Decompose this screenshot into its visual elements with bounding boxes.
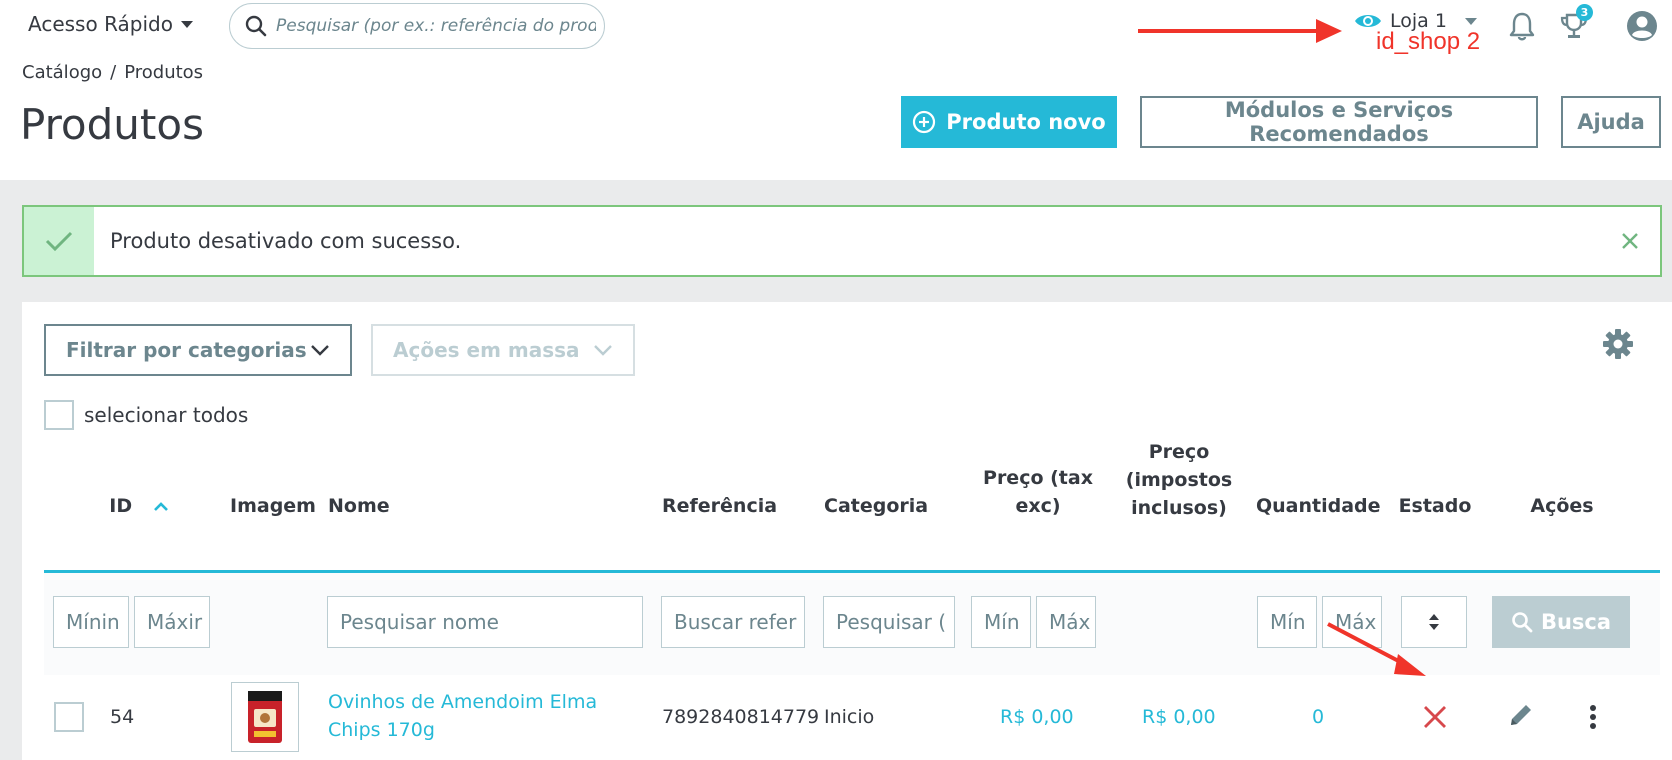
filter-price-max[interactable] (1036, 596, 1096, 648)
cell-quantity[interactable]: 0 (1312, 706, 1324, 728)
column-header-price-incl[interactable]: Preço (impostos inclusos) (1112, 438, 1246, 522)
close-icon (1622, 233, 1638, 249)
column-header-name[interactable]: Nome (328, 492, 390, 520)
help-label: Ajuda (1577, 110, 1645, 134)
cell-id: 54 (110, 706, 135, 728)
breadcrumb: Catálogo / Produtos (22, 62, 203, 83)
plus-circle-icon (913, 110, 936, 134)
filter-search-label: Busca (1540, 610, 1612, 634)
new-product-button[interactable]: Produto novo (901, 96, 1117, 148)
chevron-down-icon (311, 345, 329, 356)
sort-asc-icon (153, 502, 168, 511)
pencil-icon (1511, 705, 1531, 725)
bulk-actions-label: Ações em massa (393, 338, 580, 362)
filter-category-input[interactable] (823, 596, 955, 648)
more-vertical-icon (1590, 705, 1596, 729)
filter-categories-dropdown[interactable]: Filtrar por categorias (44, 324, 352, 376)
breadcrumb-catalog[interactable]: Catálogo (22, 62, 102, 83)
check-icon (45, 231, 73, 252)
search-input[interactable] (276, 16, 596, 36)
more-actions-button[interactable] (1578, 702, 1608, 732)
cell-price-incl[interactable]: R$ 0,00 (1142, 706, 1216, 728)
header-search[interactable] (229, 3, 605, 49)
search-icon (1512, 612, 1533, 633)
bell-icon (1509, 12, 1535, 41)
gear-icon[interactable] (1602, 328, 1634, 360)
filter-price-min[interactable] (971, 596, 1031, 648)
profile-button[interactable] (1624, 8, 1660, 44)
filter-categories-label: Filtrar por categorias (66, 338, 307, 362)
filter-search-button[interactable]: Busca (1492, 596, 1630, 648)
recommended-modules-label: Módulos e Serviços Recomendados (1224, 98, 1454, 146)
trophy-button[interactable]: 3 (1556, 4, 1593, 44)
user-avatar-icon (1627, 11, 1657, 41)
product-bag-image (248, 691, 282, 743)
cell-reference: 7892840814779 (662, 706, 820, 728)
breadcrumb-separator: / (110, 62, 117, 83)
column-header-category[interactable]: Categoria (824, 492, 928, 520)
chevron-down-icon (594, 345, 612, 356)
cell-product-name[interactable]: Ovinhos de Amendoim Elma Chips 170g (328, 688, 648, 744)
quick-access-menu[interactable]: Acesso Rápido (28, 12, 193, 36)
annotation-arrow-icon (1138, 19, 1342, 43)
select-all-checkbox[interactable] (44, 400, 74, 430)
cell-category: Inicio (824, 706, 875, 728)
top-bar: Acesso Rápido Loja 1 id_shop 2 (0, 0, 1672, 56)
help-button[interactable]: Ajuda (1561, 96, 1661, 148)
notifications-button[interactable] (1504, 8, 1540, 44)
filter-id-max[interactable] (134, 596, 210, 648)
new-product-label: Produto novo (946, 110, 1106, 134)
select-all-label: selecionar todos (84, 403, 249, 427)
column-header-status[interactable]: Estado (1392, 492, 1478, 520)
notification-badge: 3 (1576, 4, 1593, 21)
caret-down-icon (180, 20, 193, 28)
column-header-actions: Ações (1530, 495, 1594, 517)
breadcrumb-current: Produtos (124, 62, 204, 83)
product-thumbnail[interactable] (231, 682, 299, 752)
alert-icon-box (24, 207, 94, 275)
filter-reference-input[interactable] (661, 596, 805, 648)
annotation-arrow-icon (1327, 622, 1426, 676)
row-checkbox[interactable] (54, 702, 84, 732)
search-icon (245, 15, 267, 37)
page-title: Produtos (20, 100, 204, 149)
success-alert: Produto desativado com sucesso. (22, 205, 1662, 277)
products-card: Filtrar por categorias Ações em massa se… (22, 302, 1672, 760)
select-all: selecionar todos (44, 400, 248, 430)
filter-id-min[interactable] (53, 596, 129, 648)
filter-qty-min[interactable] (1257, 596, 1317, 648)
column-header-price-excl[interactable]: Preço (tax exc) (974, 464, 1102, 520)
header-id-label: ID (109, 495, 133, 517)
alert-message: Produto desativado com sucesso. (110, 229, 462, 253)
quick-access-label: Acesso Rápido (28, 12, 173, 36)
bulk-actions-dropdown[interactable]: Ações em massa (371, 324, 635, 376)
cell-price-excl[interactable]: R$ 0,00 (1000, 706, 1074, 728)
edit-button[interactable] (1508, 702, 1538, 732)
status-toggle[interactable] (1420, 702, 1450, 732)
column-header-quantity[interactable]: Quantidade (1256, 492, 1381, 520)
recommended-modules-button[interactable]: Módulos e Serviços Recomendados (1140, 96, 1538, 148)
column-header-id[interactable]: ID (94, 492, 184, 520)
close-icon (1424, 706, 1446, 728)
filter-name-input[interactable] (327, 596, 643, 648)
caret-down-icon (1464, 17, 1477, 25)
alert-close-button[interactable] (1618, 229, 1642, 253)
column-header-image: Imagem (230, 495, 316, 517)
shop-annotation: id_shop 2 (1376, 28, 1481, 55)
column-header-reference[interactable]: Referência (662, 492, 777, 520)
